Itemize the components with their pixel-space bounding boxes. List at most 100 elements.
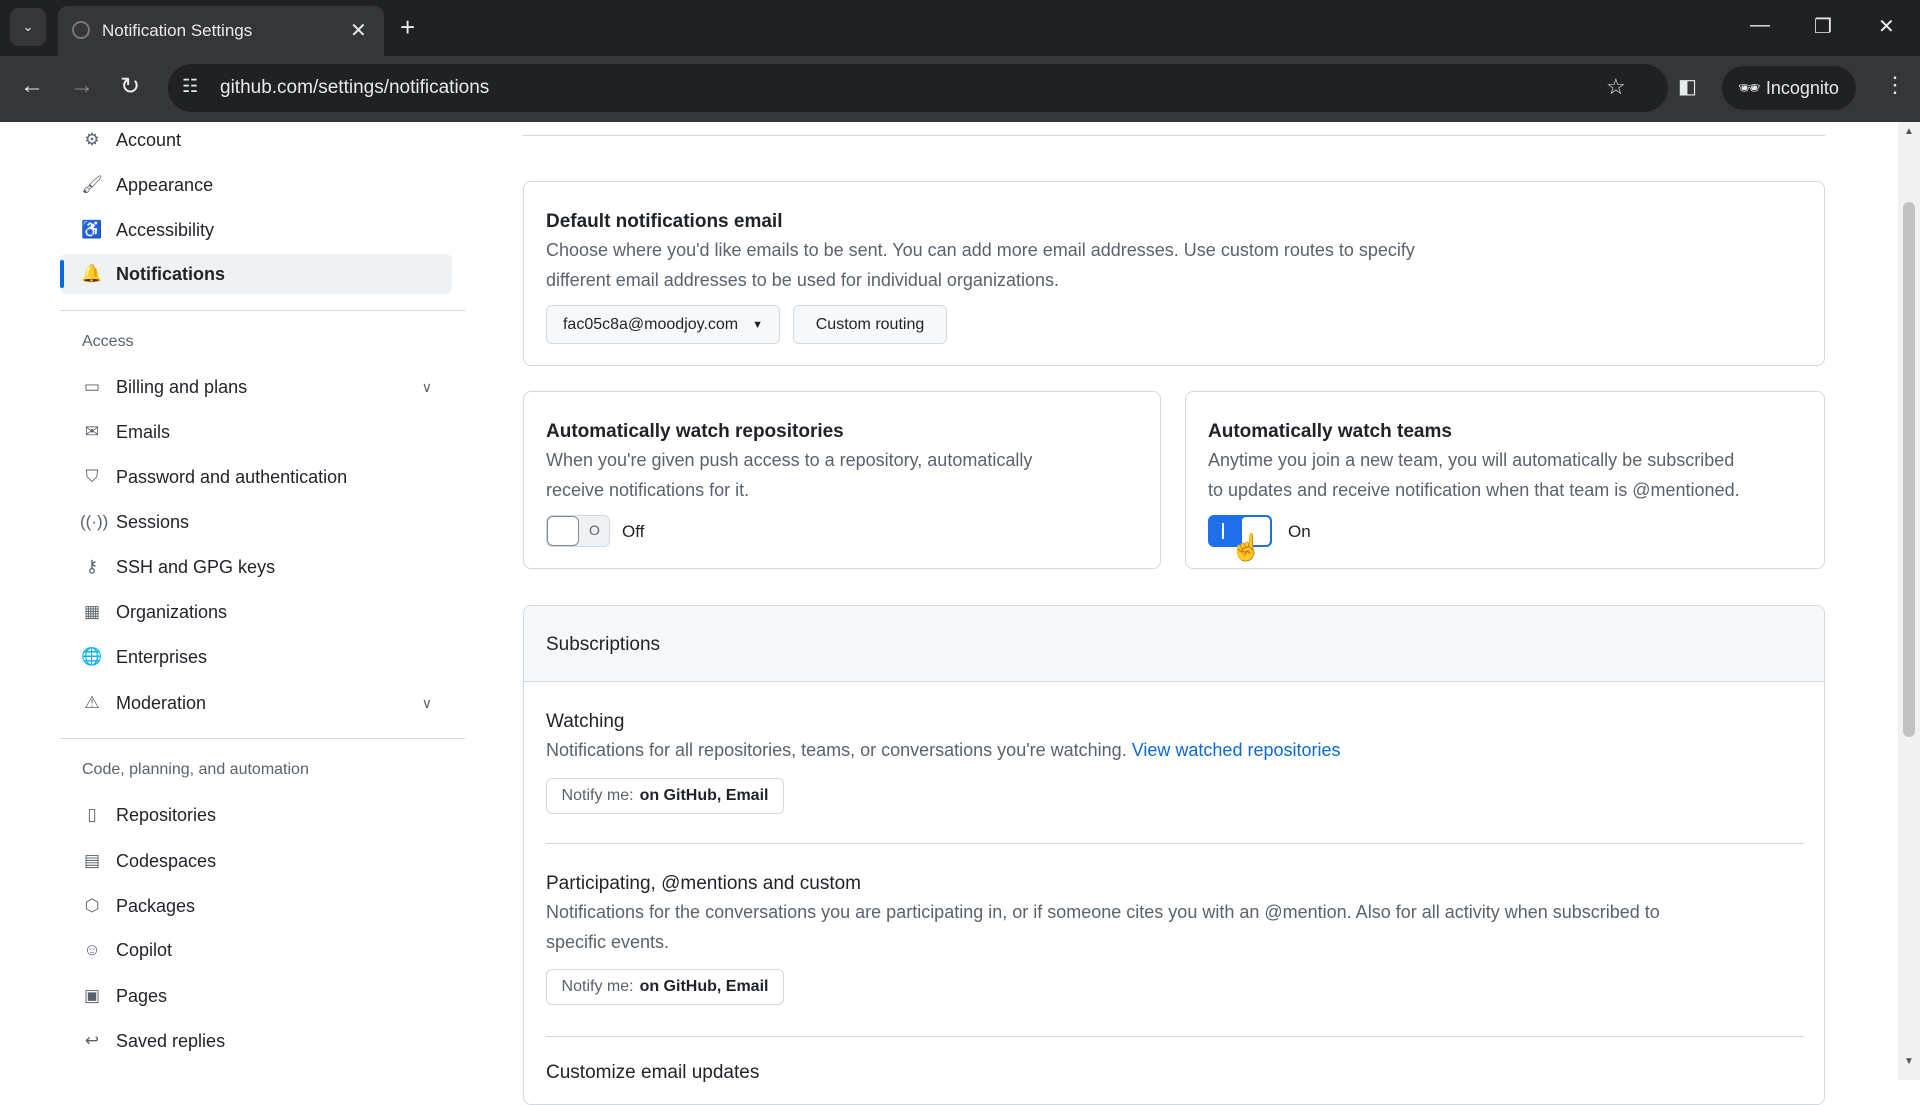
shield-icon: ⛉ <box>85 467 99 486</box>
caret-down-icon: ▼ <box>752 318 764 331</box>
chevron-down-icon[interactable]: ∨ <box>422 379 432 396</box>
scrollbar[interactable]: ▲ ▼ <box>1898 122 1920 1080</box>
sidebar-item-moderation[interactable]: ⚠ Moderation ∨ <box>60 683 452 723</box>
gear-icon: ⚙ <box>84 130 100 149</box>
divider <box>523 135 1825 136</box>
watch-repos-title: Automatically watch repositories <box>546 421 844 442</box>
section-heading-access: Access <box>82 333 134 350</box>
sidebar-item-label: Notifications <box>116 263 226 284</box>
sidebar-item-label: Pages <box>116 985 168 1006</box>
sidebar-item-label: Appearance <box>116 174 214 195</box>
mouse-pointer-icon: ☝ <box>1230 532 1263 562</box>
sidebar-item-appearance[interactable]: 🖌 Appearance <box>60 165 452 205</box>
sidebar-item-organizations[interactable]: ▦ Organizations <box>60 592 452 632</box>
sidebar-item-packages[interactable]: ⬡ Packages <box>60 886 452 926</box>
sidebar-item-accessibility[interactable]: ♿ Accessibility <box>60 210 452 250</box>
subscriptions-card: Subscriptions Watching Notifications for… <box>523 605 1825 1105</box>
mail-icon: ✉ <box>84 422 100 441</box>
sidebar-item-label: Packages <box>116 895 196 916</box>
sidebar-item-label: Saved replies <box>116 1030 226 1051</box>
default-email-card: Default notifications email Choose where… <box>523 181 1825 366</box>
scroll-up-icon[interactable]: ▲ <box>1904 126 1914 137</box>
sidebar-item-pages[interactable]: ▣ Pages <box>60 976 452 1016</box>
sidebar-item-label: Codespaces <box>116 850 217 871</box>
toggle-off-icon: O <box>589 522 600 538</box>
organization-icon: ▦ <box>83 602 101 621</box>
email-title: Default notifications email <box>546 211 783 232</box>
side-panel-icon[interactable]: ◧ <box>1678 74 1697 99</box>
sidebar-item-label: Moderation <box>116 692 207 713</box>
section-heading-code: Code, planning, and automation <box>82 761 309 778</box>
tab-search-button[interactable]: ⌄ <box>10 8 46 46</box>
accessibility-icon: ♿ <box>81 220 103 239</box>
new-tab-icon[interactable]: + <box>400 12 415 43</box>
sidebar-item-notifications[interactable]: 🔔 Notifications <box>60 254 452 294</box>
incognito-icon: 🕶 <box>1738 78 1761 98</box>
watching-notify-button[interactable]: Notify me: on GitHub, Email <box>546 778 784 814</box>
notify-value: on GitHub, Email <box>639 787 769 804</box>
email-select[interactable]: fac05c8a@moodjoy.com ▼ <box>546 305 780 344</box>
watch-teams-title: Automatically watch teams <box>1208 421 1452 442</box>
subscriptions-title: Subscriptions <box>546 634 661 655</box>
browser-tab[interactable]: Notification Settings ✕ <box>58 6 384 56</box>
email-description: Choose where you'd like emails to be sen… <box>546 240 1415 260</box>
bookmark-star-icon[interactable]: ☆ <box>1606 74 1626 100</box>
github-favicon <box>72 21 90 39</box>
watch-repos-description: receive notifications for it. <box>546 480 750 500</box>
notify-label: Notify me: <box>561 978 634 995</box>
sidebar-item-repositories[interactable]: ▯ Repositories <box>60 795 452 835</box>
browser-tab-strip: ⌄ Notification Settings ✕ + — ❐ ✕ <box>0 0 1920 56</box>
watch-repos-toggle[interactable]: O <box>546 515 610 547</box>
active-indicator <box>60 260 64 288</box>
scrollbar-thumb[interactable] <box>1903 202 1915 737</box>
restore-icon[interactable]: ❐ <box>1814 14 1832 39</box>
incognito-badge[interactable]: 🕶 Incognito <box>1722 66 1856 110</box>
sidebar-item-label: Billing and plans <box>116 376 248 397</box>
toggle-state-label: Off <box>622 522 645 541</box>
view-watched-repositories-link[interactable]: View watched repositories <box>1132 740 1341 760</box>
chevron-down-icon[interactable]: ∨ <box>422 695 432 712</box>
participating-description: Notifications for the conversations you … <box>546 902 1660 922</box>
watch-repositories-card: Automatically watch repositories When yo… <box>523 391 1161 569</box>
toggle-state-label: On <box>1288 522 1311 541</box>
sidebar-item-password[interactable]: ⛉ Password and authentication <box>60 457 452 497</box>
sidebar-item-billing[interactable]: ▭ Billing and plans ∨ <box>60 367 452 407</box>
scroll-down-icon[interactable]: ▼ <box>1904 1056 1914 1067</box>
back-icon[interactable]: ← <box>20 72 44 100</box>
site-info-icon[interactable]: ☷ <box>182 76 198 97</box>
tab-close-icon[interactable]: ✕ <box>350 18 367 43</box>
sidebar-item-label: Repositories <box>116 804 217 825</box>
watching-desc-text: Notifications for all repositories, team… <box>546 740 1127 760</box>
sidebar-item-account[interactable]: ⚙ Account <box>60 120 452 160</box>
menu-icon[interactable]: ⋮ <box>1884 72 1906 98</box>
watch-repos-description: When you're given push access to a repos… <box>546 450 1033 470</box>
address-toolbar: ← → ↻ ☷ github.com/settings/notification… <box>0 56 1920 122</box>
sidebar-item-sessions[interactable]: ((·)) Sessions <box>60 502 452 542</box>
minimize-icon[interactable]: — <box>1750 14 1770 37</box>
participating-description: specific events. <box>546 932 670 952</box>
reload-icon[interactable]: ↻ <box>120 72 140 101</box>
sidebar-item-emails[interactable]: ✉ Emails <box>60 412 452 452</box>
incognito-label: Incognito <box>1765 78 1839 98</box>
address-bar[interactable]: ☷ github.com/settings/notifications ☆ <box>168 64 1668 112</box>
sidebar-item-codespaces[interactable]: ▤ Codespaces <box>60 841 452 881</box>
email-selected-value: fac05c8a@moodjoy.com <box>562 315 739 333</box>
sidebar-item-saved-replies[interactable]: ↩ Saved replies <box>60 1021 452 1061</box>
tab-title: Notification Settings <box>102 21 253 40</box>
custom-routing-button[interactable]: Custom routing <box>793 305 947 344</box>
watch-teams-description: Anytime you join a new team, you will au… <box>1208 450 1735 470</box>
forward-icon[interactable]: → <box>70 72 94 100</box>
url-text: github.com/settings/notifications <box>220 77 490 98</box>
sidebar-item-ssh-gpg[interactable]: ⚷ SSH and GPG keys <box>60 547 452 587</box>
repo-icon: ▯ <box>87 805 97 824</box>
sidebar-item-label: Emails <box>116 421 171 442</box>
toggle-on-icon <box>1222 523 1224 539</box>
email-description: different email addresses to be used for… <box>546 270 1059 290</box>
sidebar-item-copilot[interactable]: ☺ Copilot <box>60 930 452 970</box>
close-window-icon[interactable]: ✕ <box>1878 14 1895 39</box>
sidebar-item-label: Password and authentication <box>116 466 348 487</box>
key-icon: ⚷ <box>85 557 99 576</box>
sidebar-item-enterprises[interactable]: 🌐 Enterprises <box>60 637 452 677</box>
participating-notify-button[interactable]: Notify me: on GitHub, Email <box>546 969 784 1005</box>
sidebar-item-label: Accessibility <box>116 219 215 240</box>
